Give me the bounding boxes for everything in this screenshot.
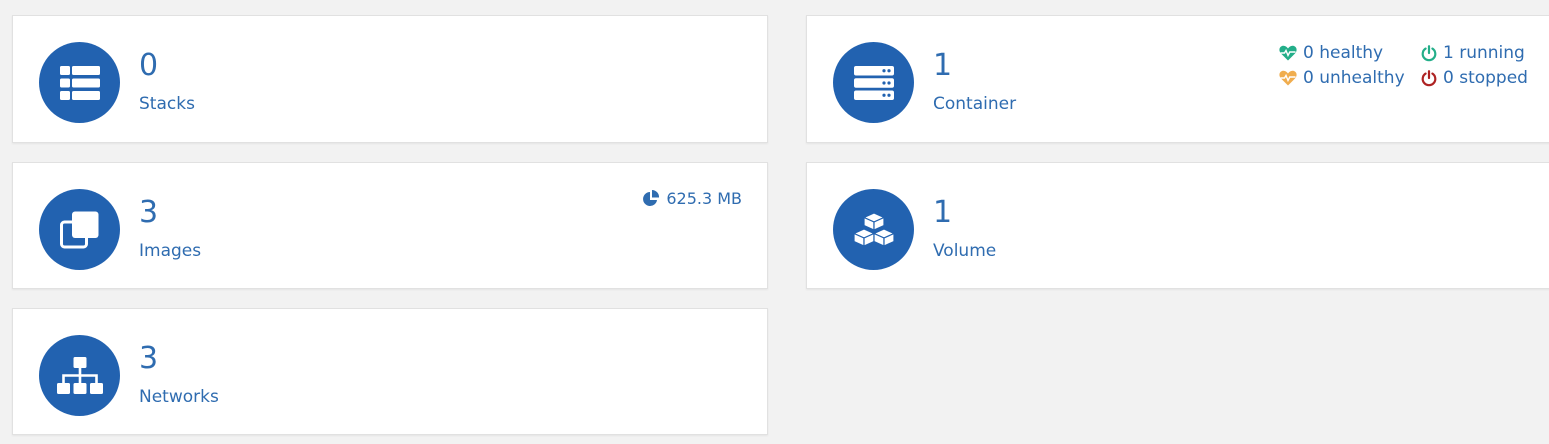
- volumes-label: Volume: [933, 241, 997, 261]
- running-status: 1 running: [1421, 42, 1549, 64]
- stopped-status: 0 stopped: [1421, 67, 1549, 89]
- images-size: 625.3 MB: [666, 189, 742, 208]
- images-card[interactable]: 3 Images 625.3 MB: [12, 162, 768, 289]
- healthy-status: 0 healthy: [1279, 42, 1421, 64]
- pie-chart-icon: [643, 189, 660, 206]
- cubes-icon: [833, 189, 914, 270]
- images-label: Images: [139, 241, 202, 261]
- server-icon: [833, 42, 914, 123]
- sitemap-icon: [39, 335, 120, 416]
- stacks-label: Stacks: [139, 94, 195, 114]
- containers-card[interactable]: 1 Container 0 healthy 1 running 0 unheal…: [806, 15, 1549, 143]
- images-count: 3: [139, 195, 159, 230]
- networks-count: 3: [139, 341, 159, 376]
- th-list-icon: [39, 42, 120, 123]
- unhealthy-count: 0 unhealthy: [1303, 68, 1405, 88]
- containers-count: 1: [933, 48, 953, 83]
- heartbeat-icon: [1279, 70, 1297, 86]
- container-status-summary: 0 healthy 1 running 0 unhealthy 0 stoppe…: [1279, 42, 1549, 89]
- volumes-count: 1: [933, 195, 953, 230]
- heartbeat-icon: [1279, 45, 1297, 61]
- clone-icon: [39, 189, 120, 270]
- images-disk-usage: 625.3 MB: [642, 189, 742, 208]
- stacks-count: 0: [139, 48, 159, 83]
- power-off-icon: [1421, 69, 1437, 86]
- containers-label: Container: [933, 94, 1017, 114]
- running-count: 1 running: [1443, 43, 1525, 63]
- unhealthy-status: 0 unhealthy: [1279, 67, 1421, 89]
- networks-card[interactable]: 3 Networks: [12, 308, 768, 435]
- stopped-count: 0 stopped: [1443, 68, 1528, 88]
- healthy-count: 0 healthy: [1303, 43, 1384, 63]
- stacks-card[interactable]: 0 Stacks: [12, 15, 768, 143]
- volumes-card[interactable]: 1 Volume: [806, 162, 1549, 289]
- networks-label: Networks: [139, 387, 219, 407]
- power-on-icon: [1421, 44, 1437, 61]
